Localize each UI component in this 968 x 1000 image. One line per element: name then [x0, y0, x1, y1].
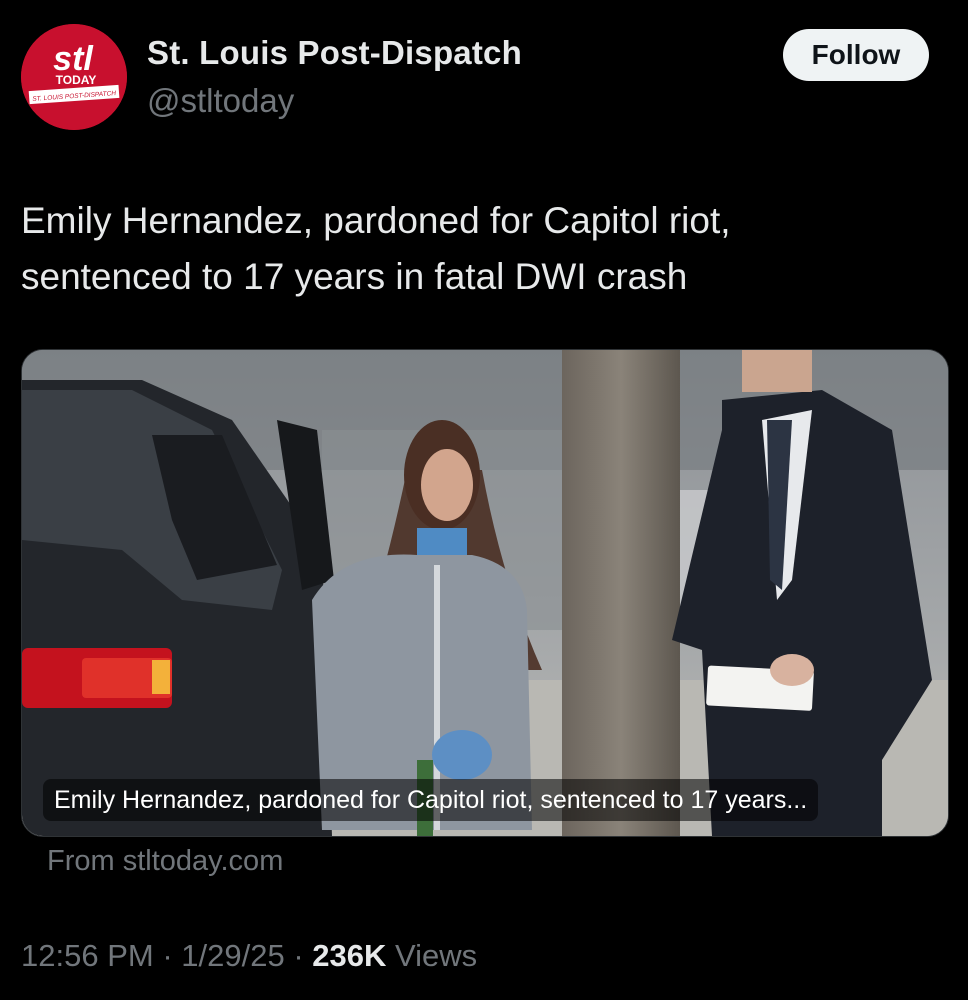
- tweet-text: Emily Hernandez, pardoned for Capitol ri…: [21, 193, 941, 305]
- meta-separator-2: ·: [293, 938, 304, 973]
- link-card-caption: Emily Hernandez, pardoned for Capitol ri…: [43, 779, 819, 821]
- views-label[interactable]: Views: [395, 938, 477, 973]
- logo-subtext: TODAY: [56, 73, 97, 87]
- link-source[interactable]: From stltoday.com: [47, 845, 283, 878]
- follow-button[interactable]: Follow: [783, 29, 929, 81]
- stltoday-logo: stl TODAY ST. LOUIS POST-DISPATCH: [21, 24, 127, 130]
- publisher-handle[interactable]: @stltoday: [147, 82, 294, 120]
- tweet-metadata: 12:56 PM · 1/29/25 · 236K Views: [21, 938, 477, 974]
- views-count[interactable]: 236K: [312, 938, 386, 973]
- meta-separator: ·: [162, 938, 173, 973]
- publisher-name[interactable]: St. Louis Post-Dispatch: [147, 34, 522, 72]
- tweet-text-line-1: Emily Hernandez, pardoned for Capitol ri…: [21, 200, 731, 241]
- link-preview-card[interactable]: Emily Hernandez, pardoned for Capitol ri…: [21, 349, 949, 837]
- article-photo: [22, 350, 948, 836]
- tweet-time[interactable]: 12:56 PM: [21, 938, 154, 973]
- tweet-text-line-2: sentenced to 17 years in fatal DWI crash: [21, 256, 688, 297]
- publisher-avatar[interactable]: stl TODAY ST. LOUIS POST-DISPATCH: [21, 24, 127, 130]
- tweet-date[interactable]: 1/29/25: [181, 938, 284, 973]
